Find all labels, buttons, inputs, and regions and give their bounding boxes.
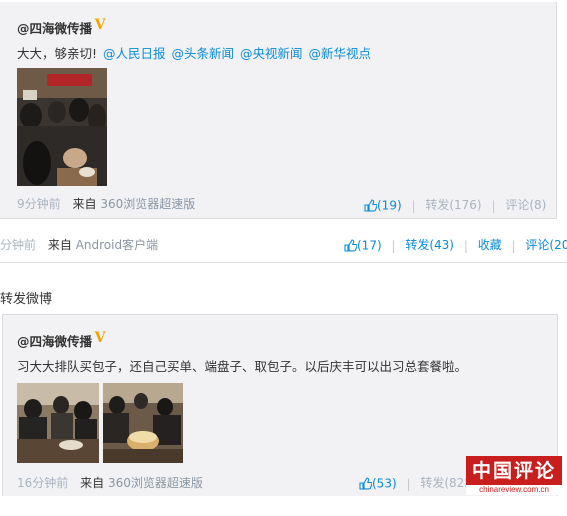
mention-link[interactable]: @央视新闻 — [240, 46, 303, 61]
source-link[interactable]: 360浏览器超速版 — [108, 476, 203, 490]
post-photo[interactable] — [17, 68, 107, 186]
verified-badge-icon: V — [94, 330, 106, 346]
post-meta: 9分钟前 来自 360浏览器超速版 — [17, 195, 195, 212]
mention-link[interactable]: @人民日报 — [103, 46, 166, 61]
post-actions: (19) | 转发(176) | 评论(8) — [364, 196, 546, 213]
author-name[interactable]: @四海微传播 — [17, 331, 92, 350]
post-text: 习大大排队买包子，还自己买单、端盘子、取包子。以后庆丰可以出习总套餐啦。 — [17, 359, 468, 374]
photo-crowd-indoor — [17, 68, 107, 186]
post-meta: 16分钟前 来自 360浏览器超速版 — [17, 474, 203, 491]
like-button[interactable]: (17) — [344, 238, 385, 253]
like-button[interactable]: (19) — [364, 198, 405, 213]
post-actions: (53) | 转发(825 — [359, 474, 472, 491]
comment-link[interactable]: 评论(8) — [505, 198, 546, 212]
post-text: 大大，够亲切! @人民日报 @头条新闻 @央视新闻 @新华视点 — [17, 43, 371, 62]
like-count: (17) — [357, 238, 382, 253]
watermark-url: chinareview.com.cn — [466, 485, 562, 495]
repost-link[interactable]: 转发(825 — [420, 476, 472, 490]
thumbs-up-icon — [344, 239, 357, 252]
source-prefix: 来自 — [72, 197, 97, 211]
like-count: (53) — [372, 476, 397, 491]
collect-link[interactable]: 收藏 — [478, 238, 502, 252]
divider-line — [0, 262, 567, 263]
repost-link[interactable]: 转发(176) — [425, 198, 481, 212]
post-photo[interactable] — [17, 383, 99, 463]
comment-link[interactable]: 评论(20 — [525, 238, 567, 252]
source-link[interactable]: 360浏览器超速版 — [100, 197, 195, 211]
post-time-link[interactable]: 分钟前 — [0, 238, 36, 252]
photo-counter-steamer — [103, 383, 183, 463]
source-prefix: 来自 — [47, 238, 72, 252]
repost-card-1: @四海微传播 V 大大，够亲切! @人民日报 @头条新闻 @央视新闻 @新华视点… — [0, 2, 557, 219]
post-photo[interactable] — [103, 383, 183, 463]
section-title: 转发微博 — [0, 292, 53, 307]
action-divider: | — [411, 198, 416, 213]
action-divider: | — [463, 238, 468, 253]
verified-badge-icon: V — [94, 17, 106, 33]
action-divider: | — [511, 238, 516, 253]
outer-post-actions: (17) | 转发(43) | 收藏 | 评论(20 — [344, 236, 567, 253]
mention-link[interactable]: @新华视点 — [309, 46, 372, 61]
action-divider: | — [491, 198, 496, 213]
like-button[interactable]: (53) — [359, 476, 400, 491]
action-divider: | — [406, 476, 411, 491]
thumbs-up-icon — [359, 477, 372, 490]
repost-link[interactable]: 转发(43) — [405, 238, 454, 252]
thumbs-up-icon — [364, 199, 377, 212]
outer-post-meta: 分钟前 来自 Android客户端 — [0, 236, 158, 253]
mention-link[interactable]: @头条新闻 — [172, 46, 235, 61]
photo-counter — [17, 383, 99, 463]
author-name[interactable]: @四海微传播 — [17, 18, 92, 37]
post-body: 大大，够亲切! — [17, 46, 98, 61]
post-time-link[interactable]: 16分钟前 — [17, 476, 68, 490]
watermark-logo: 中国评论网 — [466, 456, 562, 512]
post-time-link[interactable]: 9分钟前 — [17, 197, 61, 211]
source-prefix: 来自 — [80, 476, 105, 490]
like-count: (19) — [377, 198, 402, 213]
action-divider: | — [391, 238, 396, 253]
source-link[interactable]: Android客户端 — [76, 238, 158, 252]
